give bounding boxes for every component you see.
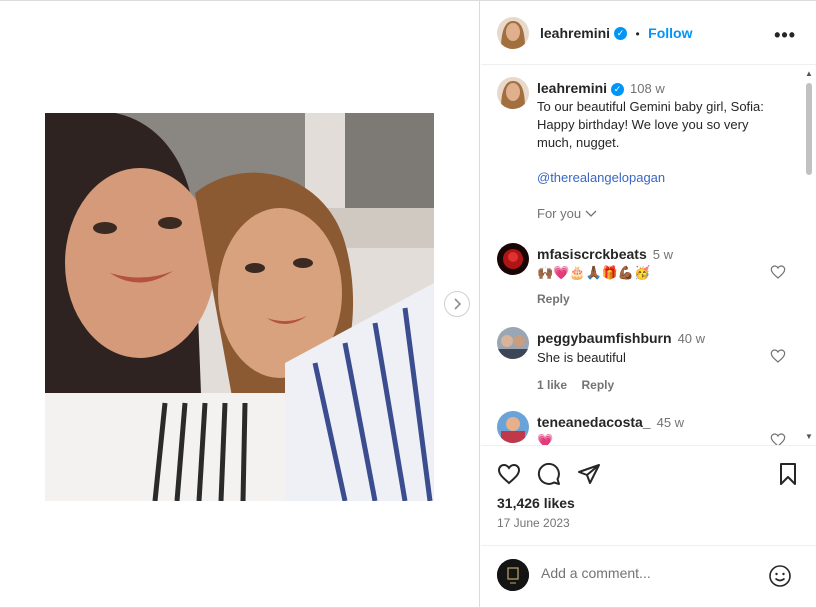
for-you-toggle[interactable]: For you — [537, 206, 802, 221]
reply-button[interactable]: Reply — [581, 378, 614, 392]
comment-3: teneanedacosta_ 45 w 💗 — [537, 413, 777, 445]
post-header: leahremini ✓ • Follow ••• — [481, 1, 816, 65]
caption-avatar-image — [497, 77, 529, 109]
comment-time[interactable]: 5 w — [653, 247, 673, 262]
chevron-right-icon — [454, 298, 462, 310]
post-photo[interactable] — [45, 113, 434, 501]
comment-text: 🙌🏾💗🎂🙏🏾🎁💪🏾🥳 — [537, 266, 651, 281]
separator-dot: • — [635, 27, 640, 41]
comment-time[interactable]: 45 w — [657, 415, 684, 430]
comment-text: She is beautiful — [537, 350, 626, 365]
post-photo-image — [45, 113, 434, 501]
next-image-button[interactable] — [444, 291, 470, 317]
comment-1: mfasiscrckbeats 5 w 🙌🏾💗🎂🙏🏾🎁💪🏾🥳 Reply — [537, 245, 777, 306]
comment-avatar-image — [497, 411, 529, 443]
add-comment-row — [481, 545, 816, 607]
comment-username[interactable]: mfasiscrckbeats — [537, 246, 647, 262]
caption-avatar[interactable] — [497, 77, 529, 109]
author-username[interactable]: leahremini — [540, 25, 610, 41]
comment-avatar-image — [497, 243, 529, 275]
comment-avatar[interactable] — [497, 243, 529, 275]
comments-list: leahremini ✓ 108 w To our beautiful Gemini… — [481, 65, 816, 445]
save-bookmark-icon[interactable] — [776, 462, 800, 486]
like-comment-heart-icon[interactable] — [770, 264, 786, 280]
caption-line-3: much, nugget. — [537, 135, 620, 150]
header-author-row: leahremini ✓ • Follow — [540, 25, 692, 43]
for-you-label: For you — [537, 206, 582, 221]
follow-button[interactable]: Follow — [648, 25, 692, 41]
current-user-avatar — [497, 559, 529, 591]
media-pane — [0, 1, 480, 607]
share-paper-plane-icon[interactable] — [577, 462, 601, 486]
like-heart-icon[interactable] — [497, 462, 521, 486]
reply-button[interactable]: Reply — [537, 292, 777, 306]
comment-username[interactable]: teneanedacosta_ — [537, 414, 651, 430]
comment-text: 💗 — [537, 434, 554, 445]
post-dialog: leahremini ✓ • Follow ••• leahremini ✓ 108 … — [0, 0, 816, 608]
like-comment-heart-icon[interactable] — [770, 432, 786, 445]
scrollbar-thumb[interactable] — [806, 83, 812, 175]
verified-badge-icon: ✓ — [614, 27, 628, 41]
comment-avatar[interactable] — [497, 327, 529, 359]
current-user-avatar-image — [497, 559, 529, 591]
add-comment-input[interactable] — [541, 565, 761, 581]
comment-likes-count[interactable]: 1 like — [537, 378, 567, 392]
comment-avatar[interactable] — [497, 411, 529, 443]
author-avatar-image — [497, 17, 529, 49]
caption-line-2: Happy birthday! We love you so very — [537, 117, 749, 132]
emoji-smiley-icon[interactable] — [768, 564, 792, 588]
chevron-down-icon — [585, 210, 597, 217]
caption: leahremini ✓ 108 w To our beautiful Gemini… — [537, 79, 802, 221]
comment-2: peggybaumfishburn 40 w She is beautiful 1… — [537, 329, 777, 394]
verified-badge-icon: ✓ — [611, 83, 625, 97]
comment-bubble-icon[interactable] — [537, 462, 561, 486]
comment-time[interactable]: 40 w — [678, 331, 705, 346]
caption-line-1: To our beautiful Gemini baby girl, Sofia… — [537, 99, 764, 114]
like-comment-heart-icon[interactable] — [770, 348, 786, 364]
post-actions: 31,426 likes 17 June 2023 — [481, 445, 816, 545]
more-options-icon[interactable]: ••• — [774, 25, 796, 46]
comment-meta-row: 1 like Reply — [537, 376, 777, 394]
post-details-panel: leahremini ✓ • Follow ••• leahremini ✓ 108 … — [481, 1, 816, 607]
comment-username[interactable]: peggybaumfishburn — [537, 330, 672, 346]
likes-count[interactable]: 31,426 likes — [497, 495, 575, 511]
comments-scrollbar[interactable]: ▲ ▼ — [804, 69, 814, 441]
author-avatar[interactable] — [497, 17, 529, 49]
scroll-down-arrow-icon[interactable]: ▼ — [805, 432, 813, 441]
caption-username[interactable]: leahremini — [537, 80, 607, 96]
scroll-up-arrow-icon[interactable]: ▲ — [805, 69, 813, 78]
post-date[interactable]: 17 June 2023 — [497, 516, 570, 530]
caption-mention-link[interactable]: @therealangelopagan — [537, 170, 802, 185]
comment-avatar-image — [497, 327, 529, 359]
caption-time[interactable]: 108 w — [630, 81, 665, 96]
